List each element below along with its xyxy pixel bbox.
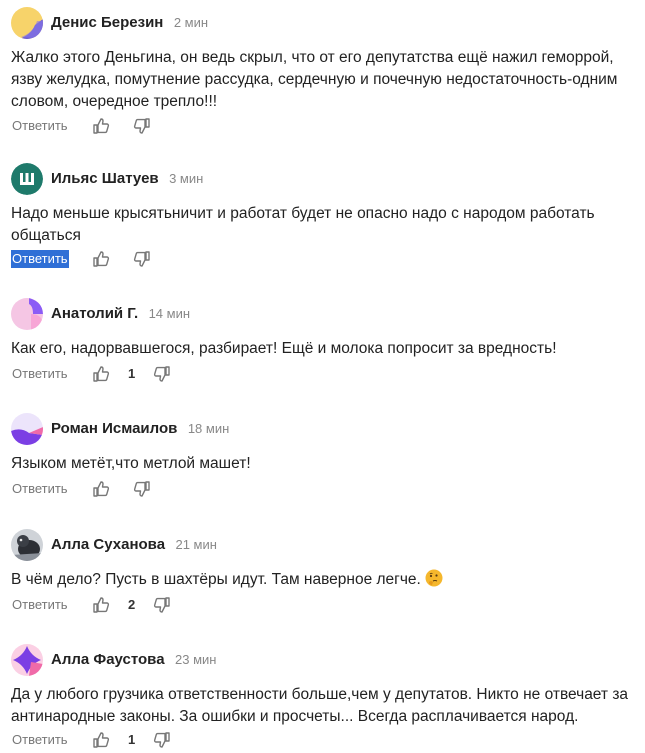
avatar[interactable] [11, 413, 43, 445]
thumbs-up-icon[interactable] [92, 117, 110, 135]
author-name[interactable]: Ильяс Шатуев [51, 170, 159, 187]
author-name[interactable]: Алла Фаустова [51, 651, 165, 668]
thumbs-up-icon[interactable] [92, 365, 110, 383]
like-count: 2 [128, 597, 136, 612]
thumbs-down-icon[interactable] [153, 596, 171, 614]
thumbs-down-icon[interactable] [153, 365, 171, 383]
avatar[interactable] [11, 163, 43, 195]
comment-text: Жалко этого Деньгина, он ведь скрыл, что… [11, 49, 618, 110]
thumbs-up-icon[interactable] [92, 480, 110, 498]
author-name[interactable]: Роман Исмаилов [51, 420, 177, 437]
reply-button[interactable]: Ответить [11, 480, 69, 498]
comment-text: Да у любого грузчика ответственности бол… [11, 686, 629, 725]
comment-text: В чём дело? Пусть в шахтёры идут. Там на… [11, 569, 636, 591]
thumbs-down-icon[interactable] [133, 480, 151, 498]
thumbs-down-icon[interactable] [133, 250, 151, 268]
thumbs-up-icon[interactable] [92, 250, 110, 268]
comment-time: 23 мин [175, 652, 217, 667]
thumbs-up-icon[interactable] [92, 731, 110, 749]
reply-button[interactable]: Ответить [11, 117, 69, 135]
reply-button[interactable]: Ответить [11, 596, 69, 614]
avatar[interactable] [11, 644, 43, 676]
thumbs-down-icon[interactable] [133, 117, 151, 135]
reply-button[interactable]: Ответить [11, 731, 69, 749]
comment-text-content: В чём дело? Пусть в шахтёры идут. Там на… [11, 571, 421, 588]
comment-text: Языком метёт,что метлой машет! [11, 455, 251, 472]
avatar[interactable] [11, 7, 43, 39]
author-name[interactable]: Алла Суханова [51, 536, 165, 553]
comment-time: 18 мин [187, 421, 230, 436]
like-count: 1 [128, 366, 136, 381]
avatar[interactable] [11, 529, 43, 561]
comment-text: Надо меньше крысятьничит и работат будет… [11, 205, 595, 244]
like-count: 1 [128, 732, 136, 747]
reply-button[interactable]: Ответить [11, 365, 69, 383]
reply-button[interactable]: Ответить [11, 250, 69, 268]
avatar[interactable] [11, 298, 43, 330]
comment-time: 21 мин [175, 537, 217, 552]
thumbs-up-icon[interactable] [92, 596, 110, 614]
comment-time: 3 мин [169, 171, 204, 186]
thinking-face-emoji [425, 569, 443, 587]
comment-time: 2 мин [173, 15, 209, 30]
comment-text: Как его, надорвавшегося, разбирает! Ещё … [11, 340, 557, 357]
thumbs-down-icon[interactable] [153, 731, 171, 749]
comment-time: 14 мин [148, 306, 191, 321]
author-name[interactable]: Анатолий Г. [51, 305, 138, 322]
author-name[interactable]: Денис Березин [51, 14, 163, 31]
